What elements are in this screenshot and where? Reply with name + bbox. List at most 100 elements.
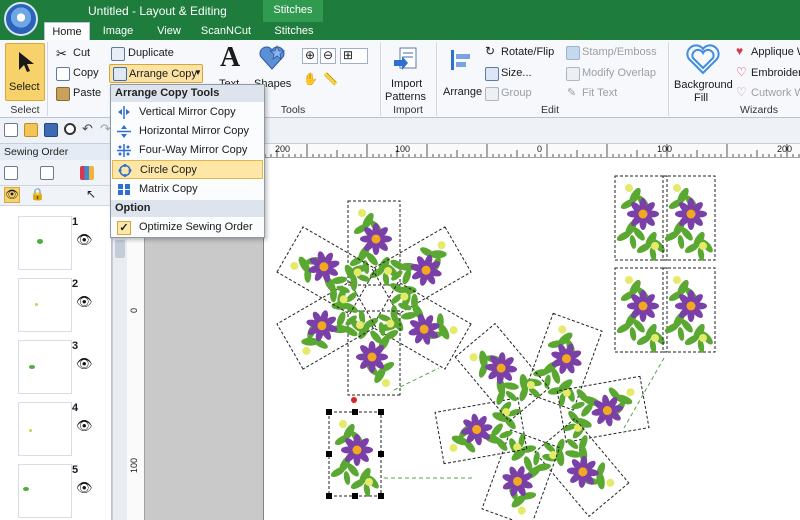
fit-text-icon: ✎ [567,87,577,99]
zoom-icon[interactable] [64,123,76,135]
zoom-options-button[interactable]: ⊞ [340,48,368,64]
rotate-flip-button[interactable]: ↻ Rotate/Flip [485,44,565,61]
thumb-mark [23,487,29,491]
heart-outline-icon: ♡ [736,65,747,79]
arrange-button[interactable]: Arrange [441,46,483,102]
text-icon: A [220,42,241,73]
ribbon-tab-row: Home Image View ScanNCut Stitches [0,22,800,40]
size-button[interactable]: Size... [485,66,545,82]
sequence-number: 5 [72,464,79,476]
copy-button[interactable]: Copy [56,66,100,82]
menu-item-matrix-copy[interactable]: Matrix Copy [112,180,263,199]
app-menu-button[interactable] [4,2,38,36]
menu-item-circle-copy[interactable]: Circle Copy [112,160,263,179]
new-file-icon[interactable] [4,123,18,137]
dropdown-header: Arrange Copy Tools [111,85,264,102]
sort-icon[interactable] [4,166,18,180]
selected-motif[interactable] [326,397,384,499]
menu-item-horizontal-mirror-copy[interactable]: Horizontal Mirror Copy [112,122,263,141]
size-icon [485,67,499,81]
visibility-eye-icon[interactable]: 👁 [4,187,20,203]
zoom-out-icon: ⊖ [323,48,334,62]
menu-item-vertical-mirror-copy[interactable]: Vertical Mirror Copy [112,103,263,122]
pan-button[interactable]: ✋ [302,72,318,88]
sequence-thumbnail[interactable] [18,402,72,456]
cutwork-wizard-button[interactable]: ♡ Cutwork W [736,85,800,102]
arrange-copy-button[interactable]: Arrange Copy ▼ [109,64,203,83]
ruler-icon: 📏 [323,72,338,86]
menu-item-label: Horizontal Mirror Copy [139,125,250,137]
tab-scanncut[interactable]: ScanNCut [196,22,256,40]
select-button[interactable]: Select [5,43,45,101]
eye-icon[interactable]: 👁 [76,294,93,310]
menu-item-four-way-mirror-copy[interactable]: Four-Way Mirror Copy [112,141,263,160]
measure-button[interactable]: 📏 [322,72,338,88]
sequence-thumbnail[interactable] [18,340,72,394]
heart-shape-icon [259,44,286,70]
rotate-flip-label: Rotate/Flip [501,46,555,58]
window-title: Untitled - Layout & Editing [88,4,227,18]
zoom-out-button[interactable]: ⊖ [320,48,336,64]
menu-item-optimize-sewing-order[interactable]: ✓ Optimize Sewing Order [112,218,263,237]
scissors-icon: ✂ [56,46,67,61]
duplicate-icon [111,47,125,61]
undo-icon[interactable]: ↶ [82,121,93,137]
zoom-in-button[interactable]: ⊕ [302,48,318,64]
tab-view[interactable]: View [146,22,192,40]
tab-home[interactable]: Home [44,22,90,40]
sequence-thumbnail[interactable] [18,278,72,332]
applique-wizard-button[interactable]: ♥ Applique W [736,44,800,61]
stamp-emboss-label: Stamp/Emboss [582,46,657,58]
wreath-circle-copy-2 [435,313,649,520]
group-button[interactable]: Group [485,86,545,102]
embroidery-wizard-button[interactable]: ♡ Embroider [736,65,800,82]
color-sort-icon[interactable] [80,166,94,180]
background-fill-button[interactable]: Background Fill [672,42,734,104]
matrix-copy-icon [118,184,130,195]
modify-overlap-button[interactable]: Modify Overlap [566,66,666,82]
sewing-order-panel: Sewing Order 👁 🔒 ↖ 1 👁 2 👁 3 👁 4 👁 5 👁 [0,144,112,520]
wreath-circle-copy-1 [277,201,471,395]
copy-icon [56,67,70,81]
duplicate-label: Duplicate [128,47,174,59]
eye-icon[interactable]: 👁 [76,418,93,434]
group-label-edit: Edit [540,104,560,116]
sequence-thumbnail[interactable] [18,464,72,518]
open-folder-icon[interactable] [24,123,38,137]
thumb-mark [37,239,43,244]
menu-item-label: Circle Copy [140,164,197,176]
import-patterns-button[interactable]: Import Patterns [383,44,431,103]
eye-icon[interactable]: 👁 [76,480,93,496]
cursor-icon[interactable]: ↖ [86,187,96,201]
menu-item-label: Matrix Copy [139,183,198,195]
cut-label: Cut [73,47,91,59]
paste-label: Paste [73,87,102,99]
stamp-emboss-button[interactable]: Stamp/Emboss [566,45,666,61]
eye-icon[interactable]: 👁 [76,232,93,248]
group-icon [485,87,499,101]
fit-text-button[interactable]: ✎ Fit Text [566,86,636,102]
group-sort-icon[interactable] [40,166,54,180]
cut-button[interactable]: ✂ Cut [56,46,96,62]
save-icon[interactable] [44,123,58,137]
size-label: Size... [501,67,532,79]
ruler-label: 0 [129,308,139,314]
tab-stitches[interactable]: Stitches [266,22,322,40]
tab-image[interactable]: Image [95,22,141,40]
design-canvas[interactable] [263,158,800,520]
scroll-thumb[interactable] [115,240,125,258]
arrange-copy-icon [113,67,127,81]
sequence-number: 3 [72,340,79,352]
sewing-order-toolbar [0,160,112,186]
chevron-down-icon: ▼ [194,68,202,77]
sequence-number: 4 [72,402,79,414]
sequence-thumbnail[interactable] [18,216,72,270]
eye-icon[interactable]: 👁 [76,356,93,372]
zoom-in-icon: ⊕ [305,48,316,62]
heart-icon: ♥ [736,44,744,58]
lock-icon[interactable]: 🔒 [30,187,45,201]
duplicate-button[interactable]: Duplicate [111,46,181,62]
shapes-button[interactable]: Shapes [252,42,292,90]
paste-button[interactable]: Paste [56,86,106,102]
text-button[interactable]: A Text [214,42,248,90]
